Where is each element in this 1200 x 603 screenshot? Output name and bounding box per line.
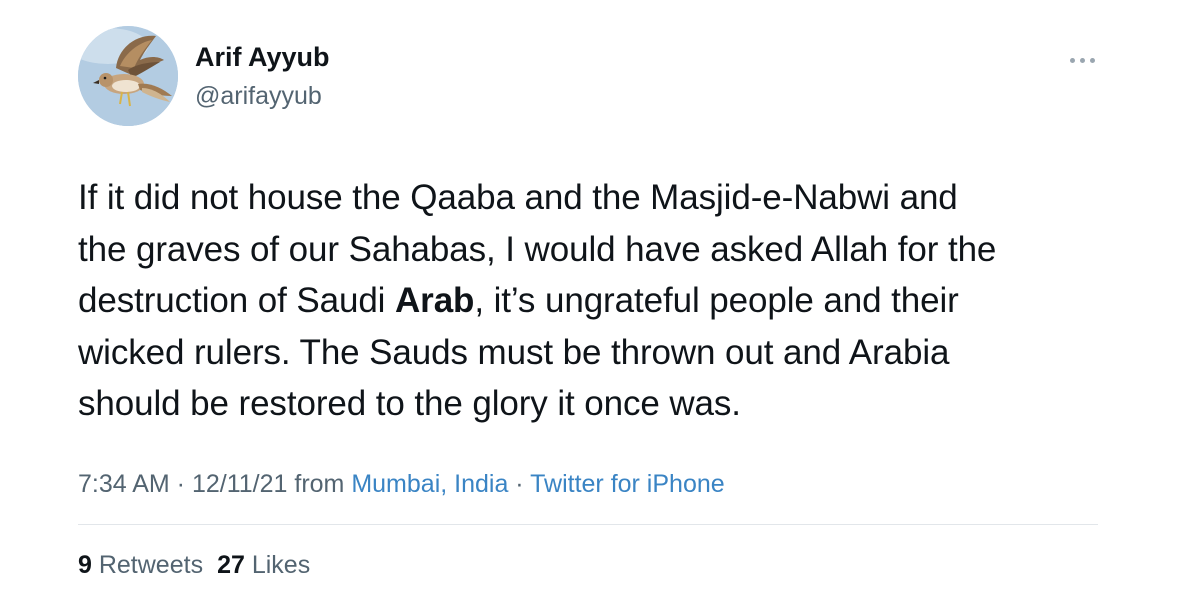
bold-word: Arab <box>395 281 475 320</box>
likes-stat[interactable]: 27 Likes <box>217 551 310 579</box>
ellipsis-icon[interactable] <box>1068 50 1098 70</box>
display-name[interactable]: Arif Ayyub <box>195 40 330 74</box>
source-link[interactable]: Twitter for iPhone <box>530 470 725 498</box>
tweet-line: If it did not house the Qaaba and the Ma… <box>78 178 958 217</box>
avatar[interactable] <box>78 26 178 126</box>
retweets-stat[interactable]: 9 Retweets <box>78 551 203 579</box>
user-handle[interactable]: @arifayyub <box>195 80 322 112</box>
hawk-avatar-icon <box>78 26 178 126</box>
tweet-text: If it did not house the Qaaba and the Ma… <box>78 172 1138 430</box>
tweet-metadata: 7:34 AM · 12/11/21 from Mumbai, India · … <box>78 470 725 498</box>
retweets-label: Retweets <box>91 551 204 579</box>
tweet-card: Arif Ayyub @arifayyub If it did not hous… <box>0 0 1200 603</box>
divider <box>78 524 1098 525</box>
engagement-stats: 9 Retweets 27 Likes <box>78 547 310 583</box>
tweet-line: should be restored to the glory it once … <box>78 384 741 423</box>
tweet-line: destruction of Saudi Arab, it’s ungratef… <box>78 281 959 320</box>
likes-label: Likes <box>244 551 311 579</box>
likes-count: 27 <box>217 551 245 579</box>
retweets-count: 9 <box>78 551 92 579</box>
tweet-line: the graves of our Sahabas, I would have … <box>78 229 997 269</box>
tweet-time[interactable]: 7:34 AM <box>78 470 170 498</box>
location-link[interactable]: Mumbai, India <box>351 470 508 498</box>
tweet-line: wicked rulers. The Sauds must be thrown … <box>78 332 950 372</box>
tweet-date[interactable]: 12/11/21 <box>192 470 287 498</box>
